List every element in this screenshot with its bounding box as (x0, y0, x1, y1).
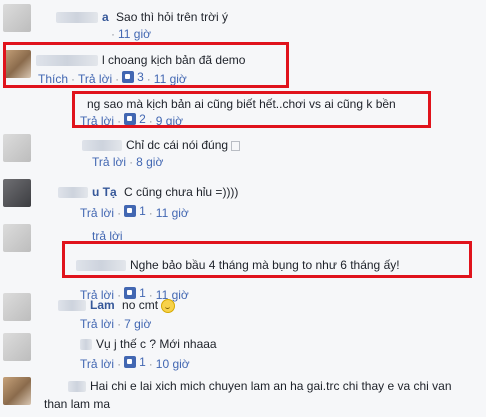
redacted-name (82, 140, 122, 152)
redacted-name (68, 381, 86, 393)
comment-text: C cũng chưa hỉu =)))) (124, 185, 239, 199)
thumbs-up-icon (124, 113, 137, 125)
avatar[interactable] (3, 293, 31, 321)
redacted-name (36, 55, 98, 67)
avatar[interactable] (3, 224, 31, 252)
reply-link[interactable]: Trả lời (80, 357, 114, 371)
separator-dot: · (148, 206, 153, 220)
comment-text: no cmt (122, 298, 159, 312)
redacted-name (76, 260, 126, 272)
reply-link[interactable]: trả lời (92, 229, 123, 243)
comment-timestamp[interactable]: 9 giờ (156, 114, 183, 128)
separator-dot: · (117, 114, 122, 128)
avatar[interactable] (3, 377, 31, 405)
redacted-name (56, 12, 98, 24)
avatar[interactable] (3, 333, 31, 361)
avatar[interactable] (3, 50, 31, 78)
like-link[interactable]: Thích (38, 72, 68, 86)
comment-text: Sao thì hỏi trên trời ý (116, 10, 228, 24)
like-count[interactable]: 2 (124, 112, 146, 126)
comment-timestamp[interactable]: 11 giờ (154, 72, 187, 86)
like-count[interactable]: 1 (124, 355, 146, 369)
redacted-name (80, 339, 92, 351)
redacted-name (58, 300, 86, 312)
separator-dot: · (117, 206, 122, 220)
reply-link[interactable]: Trả lời (78, 72, 112, 86)
separator-dot: · (115, 72, 120, 86)
reply-link[interactable]: Trả lời (80, 114, 114, 128)
like-count[interactable]: 3 (122, 70, 144, 84)
separator-dot: · (117, 317, 122, 331)
comment-text: Nghe bảo bầu 4 tháng mà bụng to như 6 th… (130, 258, 400, 272)
like-count[interactable]: 1 (124, 204, 146, 218)
comment-text: l choang kịch bản đã demo (102, 53, 246, 67)
unknown-glyph-icon (231, 140, 241, 151)
thumbs-up-icon (122, 71, 135, 83)
comment-author[interactable]: Lam (90, 298, 115, 312)
comment-text: ng sao mà kịch bản ai cũng biết hết..chơ… (87, 97, 396, 111)
thumbs-up-icon (124, 205, 137, 217)
comment-timestamp[interactable]: 11 giờ (118, 27, 151, 41)
comment-timestamp[interactable]: 8 giờ (136, 155, 163, 169)
comment-thread: a Sao thì hỏi trên trời ý · 11 giờ l choa… (0, 0, 486, 417)
separator-dot: · (117, 357, 122, 371)
separator-dot: · (111, 27, 115, 41)
separator-dot: · (148, 114, 153, 128)
reply-link[interactable]: Trả lời (80, 317, 114, 331)
smile-emoji-icon (161, 298, 176, 313)
separator-dot: · (71, 72, 76, 86)
comment-timestamp[interactable]: 11 giờ (156, 206, 189, 220)
reply-link[interactable]: Trả lời (80, 206, 114, 220)
comment-text-continued: than lam ma (44, 397, 111, 411)
comment-timestamp[interactable]: 10 giờ (156, 357, 190, 371)
redacted-name (58, 187, 88, 199)
comment-text: Hai chi e lai xich mich chuyen lam an ha… (90, 379, 452, 393)
separator-dot: · (146, 72, 151, 86)
comment-author[interactable]: a (102, 10, 109, 24)
separator-dot: · (148, 357, 153, 371)
thumbs-up-icon (124, 356, 137, 368)
comment-text: Chỉ dc cái nói đúng (126, 138, 229, 152)
avatar[interactable] (3, 4, 31, 32)
comment-author[interactable]: u Tạ (92, 185, 117, 199)
reply-link[interactable]: Trả lời (92, 155, 126, 169)
avatar[interactable] (3, 179, 31, 207)
comment-timestamp[interactable]: 7 giờ (124, 317, 151, 331)
avatar[interactable] (3, 134, 31, 162)
separator-dot: · (129, 155, 134, 169)
comment-text: Vụ j thế c ? Mới nhaaa (96, 337, 217, 351)
